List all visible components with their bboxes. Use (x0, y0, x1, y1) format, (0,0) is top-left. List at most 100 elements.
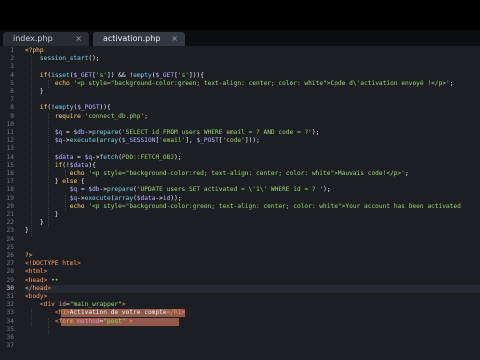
line-number: 17 (6, 178, 14, 186)
code-line[interactable]: $q = $db->prepare('UPDATE users SET acti… (25, 186, 331, 194)
code-line[interactable]: <form method="post" > (25, 318, 133, 326)
code-token: array (114, 194, 134, 202)
code-token: method (77, 317, 100, 325)
code-area[interactable]: <?php session_start(); if(isset($_GET['s… (25, 46, 480, 360)
code-token: <h1> (54, 309, 70, 317)
close-icon[interactable]: × (75, 32, 82, 46)
code-token: <form (54, 317, 78, 325)
line-number: 26 (6, 252, 14, 259)
code-line[interactable]: if(isset($_GET['s']) && !empty($_GET['s'… (25, 72, 204, 80)
tab-index-php[interactable]: index.php × (3, 32, 89, 46)
code-line[interactable]: <?php (25, 47, 44, 55)
code-line[interactable]: echo '<p style="background-color:red; te… (25, 170, 409, 178)
code-token: )); (170, 194, 182, 202)
code-token: $db (88, 186, 100, 194)
code-token: execute (84, 194, 111, 202)
code-token: else (62, 178, 78, 186)
line-number: 24 (6, 235, 14, 243)
code-token: execute (69, 137, 96, 145)
line-number: 36 (6, 334, 14, 341)
code-token: require (54, 112, 81, 120)
code-line[interactable]: <h1>Activation de votre compte</h1> (25, 309, 185, 317)
code-token: -> (99, 186, 107, 194)
code-line[interactable]: <body> (25, 293, 47, 301)
code-line[interactable]: } else { (25, 178, 85, 186)
code-token: <html> (25, 268, 48, 276)
code-line[interactable]: </head> (25, 285, 51, 293)
code-line[interactable]: require 'connect_db.php'; (25, 113, 148, 121)
code-token: $_POST (77, 104, 100, 112)
line-number: 3 (10, 63, 14, 71)
code-token: -> (84, 129, 93, 136)
code-line[interactable]: echo '<p style="background-color:green; … (25, 79, 454, 88)
code-token: </h1> (166, 309, 186, 317)
code-line[interactable]: <!DOCTYPE html> (25, 260, 81, 268)
code-line[interactable]: $q->execute(array($data->id)); (25, 195, 182, 203)
line-number: 27 (6, 260, 14, 268)
code-token: •• (47, 276, 59, 284)
code-token: <?php (25, 47, 44, 54)
tab-bar: index.php × activation.php × (0, 30, 480, 46)
line-number: 9 (10, 112, 14, 120)
line-number: 6 (10, 88, 14, 95)
code-token: $_GET (155, 71, 175, 79)
code-token: "main_wrapper" (69, 301, 122, 309)
line-number: 34 (6, 317, 14, 325)
code-token: ); (311, 129, 320, 136)
code-line[interactable]: $q->execute(array($_SESSION['email'], $_… (25, 137, 260, 145)
line-number: 33 (6, 309, 14, 317)
code-token: </head> (25, 284, 52, 292)
code-token: > (129, 317, 134, 325)
line-number: 22 (6, 219, 14, 227)
current-line-highlight (25, 284, 480, 293)
code-token: echo (69, 170, 85, 177)
code-line[interactable]: } (25, 211, 59, 219)
code-token: -> (92, 153, 100, 161)
code-token: id (58, 301, 66, 309)
code-token: echo (54, 79, 70, 87)
tab-activation-php[interactable]: activation.php × (93, 32, 185, 46)
code-token: empty (54, 104, 74, 112)
code-token: isset (51, 71, 70, 79)
code-token: } (25, 88, 44, 95)
code-line[interactable]: <html> (25, 268, 47, 276)
code-line[interactable]: $data = $q->fetch(PDO::FETCH_OBJ); (25, 154, 182, 162)
line-number: 35 (6, 325, 14, 333)
code-line[interactable]: if(!empty($_POST)){ (25, 104, 111, 112)
code-token: $_POST (196, 137, 219, 145)
code-token: } (25, 178, 63, 186)
code-line[interactable]: } (25, 219, 44, 227)
code-line[interactable]: <head> •• (25, 277, 59, 285)
code-line[interactable]: session_start(); (25, 55, 100, 63)
code-token: '<p style="background-color:green; text-… (73, 79, 450, 87)
code-line[interactable]: } (25, 88, 44, 96)
line-number: 25 (6, 243, 14, 251)
code-line[interactable]: $q = $db->prepare('SELECT id FROM users … (25, 129, 320, 137)
code-line[interactable]: <div id="main_wrapper"> (25, 301, 126, 309)
line-number: 14 (6, 153, 14, 161)
close-icon[interactable]: × (171, 32, 178, 46)
code-line[interactable]: if(!$data){ (25, 162, 96, 170)
code-token: PDO::FETCH_OBJ (121, 153, 175, 161)
line-number: 5 (10, 79, 14, 87)
line-number: 16 (6, 170, 14, 177)
code-token: ], (185, 137, 197, 145)
line-number: 1 (10, 47, 14, 54)
code-token: = (77, 186, 89, 194)
code-line[interactable]: ?> (25, 252, 32, 260)
code-line[interactable]: } (25, 227, 29, 235)
code-token: (); (88, 55, 100, 63)
code-token: empty (133, 71, 152, 79)
line-number: 32 (6, 301, 14, 309)
code-line[interactable]: echo '<p style="background-color:green; … (25, 203, 461, 211)
code-token: ])); (244, 137, 260, 145)
code-token: $_SESSION (121, 137, 156, 145)
code-token: { (107, 104, 111, 112)
code-token: } (25, 211, 59, 218)
line-number: 21 (6, 211, 14, 218)
